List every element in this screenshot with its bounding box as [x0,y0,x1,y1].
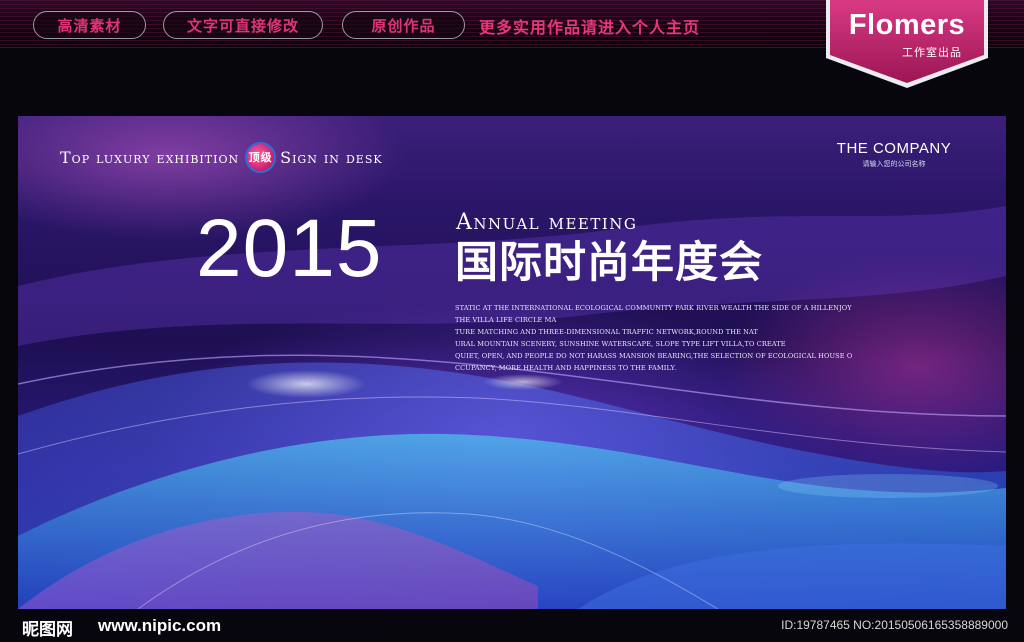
page: 高清素材 文字可直接修改 原创作品 更多实用作品请进入个人主页 Flomers … [0,0,1024,642]
body-line: URAL MOUNTAIN SCENERY, SUNSHINE WATERSCA… [455,340,786,348]
tagline-left: Top luxury exhibition [60,148,240,167]
pill-editable-text[interactable]: 文字可直接修改 [163,11,323,39]
tagline-badge: 顶级 [247,144,275,171]
year-heading: 2015 [196,203,383,294]
footer: 昵图网 www.nipic.com ID:19787465 NO:2015050… [0,609,1024,642]
badge-subtitle: 工作室出品 [902,46,962,59]
body-line: QUIET, OPEN, AND PEOPLE DO NOT HARASS MA… [455,352,853,360]
pill-hd-material[interactable]: 高清素材 [33,11,146,39]
body-line: TURE MATCHING AND THREE-DIMENSIONAL TRAF… [455,328,759,336]
body-line: STATIC AT THE INTERNATIONAL ECOLOGICAL C… [455,304,852,312]
body-line: THE VILLA LIFE CIRCLE MA [455,316,557,324]
company-name: THE COMPANY [836,140,952,157]
badge-title: Flomers [848,9,966,41]
company-subtitle: 请输入您的公司名称 [862,160,926,168]
annual-meeting-heading: Annual meeting [456,210,638,235]
site-url-link[interactable]: www.nipic.com [98,616,221,636]
body-line: CCUPANCY, MORE HEALTH AND HAPPINESS TO T… [455,364,677,372]
tagline-right: Sign in desk [280,148,383,167]
chinese-title: 国际时尚年度会 [455,238,763,288]
banner: Top luxury exhibition 顶级 Sign in desk TH… [18,116,1006,609]
body-text: STATIC AT THE INTERNATIONAL ECOLOGICAL C… [455,302,853,374]
tagline: Top luxury exhibition 顶级 Sign in desk [60,144,383,171]
site-logo[interactable]: 昵图网 [22,615,73,640]
promo-link[interactable]: 更多实用作品请进入个人主页 [479,14,700,38]
company-block: THE COMPANY 请输入您的公司名称 [834,140,954,169]
studio-badge: Flomers 工作室出品 [826,0,988,90]
pill-original-work[interactable]: 原创作品 [342,11,465,39]
image-id-text: ID:19787465 NO:20150506165358889000 [781,618,1008,632]
